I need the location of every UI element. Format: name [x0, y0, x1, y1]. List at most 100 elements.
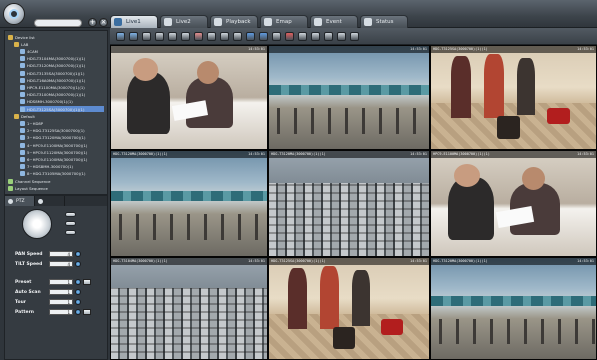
- folder-icon: [8, 34, 13, 40]
- camera-view-2[interactable]: 14:53:01: [268, 45, 430, 150]
- pattern-record-button[interactable]: [83, 309, 91, 315]
- tree-item[interactable]: HPC9-E1100MA(300070)(1)(1): [20, 84, 104, 90]
- pattern-select[interactable]: 1: [49, 309, 73, 315]
- camera-icon: [20, 77, 25, 83]
- tilt-speed-select[interactable]: 4: [49, 261, 73, 267]
- tree-item-label: HDS8MH-3000700(1)(1): [27, 99, 73, 105]
- zoom-buttons[interactable]: [65, 212, 76, 217]
- tab-label: Playback: [226, 19, 251, 25]
- tree-item[interactable]: Channel Sequence: [8, 178, 104, 184]
- tab-color[interactable]: [35, 196, 65, 206]
- tree-item[interactable]: Default: [14, 113, 104, 119]
- tour-start-button[interactable]: [75, 299, 81, 305]
- camera-timestamp: 14:53:01: [410, 152, 427, 156]
- tree-item[interactable]: HDS8MH-3000700(1)(1): [20, 99, 104, 105]
- layout-4-icon[interactable]: [129, 31, 138, 41]
- video-frame: [320, 266, 340, 329]
- preset-set-button[interactable]: [83, 279, 91, 285]
- tree-item[interactable]: HDG-T16A0MA(3000700)(1)(1): [20, 77, 104, 83]
- camera-view-7[interactable]: HDG-T3104MA(3000700)(1)(1) 14:53:01: [110, 257, 268, 360]
- tour-select[interactable]: 1: [49, 299, 73, 305]
- tree-item[interactable]: 5~HPC9-E1120MA(3000700)(1): [20, 149, 104, 155]
- pan-speed-row: PAN Speed 4: [15, 250, 105, 258]
- tree-item[interactable]: 4~HPC9-E1100MA(3000700)(1): [20, 142, 104, 148]
- layout-1-icon[interactable]: [116, 31, 125, 41]
- pan-speed-select[interactable]: 4: [49, 251, 73, 257]
- layout-16-icon[interactable]: [155, 31, 164, 41]
- device-tree: Device list LAB 4CAM HDG-T3104MA(3000700)(1…: [4, 30, 108, 195]
- tab-0[interactable]: Live1: [110, 15, 158, 28]
- ptz-direction-pad[interactable]: [22, 209, 52, 239]
- close-icon[interactable]: ×: [99, 18, 108, 27]
- tree-item[interactable]: 7~HDS8MH-3000700(1): [20, 164, 104, 170]
- camera-view-9[interactable]: HDG-T3120MA(3000700)(1)(1) 14:53:01: [430, 257, 597, 360]
- tab-3[interactable]: Emap: [260, 15, 308, 28]
- tree-item[interactable]: 1~HD8P: [20, 120, 104, 126]
- camera-view-6[interactable]: HPC9-E1100MA(3000700)(1)(1) 14:53:01: [430, 150, 597, 257]
- preset-go-button[interactable]: [75, 279, 81, 285]
- prev-page-icon[interactable]: [246, 31, 255, 41]
- camera-view-8[interactable]: HDG-T3125SA(3000700)(1)(1) 14:53:01: [268, 257, 430, 360]
- tree-item[interactable]: HDG-T3100MA(3000700)(1)(1): [20, 92, 104, 98]
- search-input[interactable]: [34, 19, 82, 27]
- tree-item[interactable]: HDG-T3125SA(3000700)(1)(1): [20, 106, 104, 112]
- camera-icon: [20, 128, 25, 134]
- camera-view-1[interactable]: 14:53:01: [110, 45, 268, 150]
- pan-speed-apply-button[interactable]: [75, 251, 81, 257]
- tree-item[interactable]: 8~HDG-T3105MA(3000700)(1): [20, 171, 104, 177]
- audio-icon[interactable]: [207, 31, 216, 41]
- export-icon[interactable]: [337, 31, 346, 41]
- layout-9-icon[interactable]: [142, 31, 151, 41]
- add-icon[interactable]: +: [88, 18, 97, 27]
- preset-select[interactable]: 1: [49, 279, 73, 285]
- tab-ptz[interactable]: PTZ: [5, 196, 35, 206]
- camera-icon: [20, 142, 25, 148]
- camera-view-4[interactable]: HDG-T3120MA(3000700)(1)(1) 14:53:01: [110, 150, 268, 257]
- tree-item[interactable]: LAB: [14, 41, 104, 47]
- tour-row: Tour 1: [15, 298, 105, 306]
- tree-item[interactable]: Layout Sequence: [8, 185, 104, 191]
- next-page-icon[interactable]: [259, 31, 268, 41]
- tab-1[interactable]: Live2: [160, 15, 208, 28]
- tree-item[interactable]: 2~HDG-T3125SA(3000700)(1): [20, 128, 104, 134]
- camera-caption: 14:53:01: [111, 46, 267, 53]
- pattern-start-button[interactable]: [75, 309, 81, 315]
- alarm-icon[interactable]: [285, 31, 294, 41]
- auto-scan-select[interactable]: 1: [49, 289, 73, 295]
- tree-item[interactable]: HDG-T3120MA(3000700)(1)(1): [20, 63, 104, 69]
- focus-buttons[interactable]: [65, 221, 76, 226]
- camera-icon: [20, 164, 25, 170]
- settings-icon[interactable]: [233, 31, 242, 41]
- tab-2[interactable]: Playback: [210, 15, 258, 28]
- refresh-icon[interactable]: [311, 31, 320, 41]
- tab-icon: [364, 18, 372, 26]
- talk-icon[interactable]: [220, 31, 229, 41]
- tree-item[interactable]: Device list: [8, 34, 104, 40]
- app-logo-icon[interactable]: [3, 3, 25, 25]
- tree-item[interactable]: 3~HDG-T3120MA(3000700)(1): [20, 135, 104, 141]
- tree-item[interactable]: 6~HPC9-E1100MA(3000700)(1): [20, 156, 104, 162]
- pattern-row: Pattern 1: [15, 308, 105, 316]
- tab-5[interactable]: Status: [360, 15, 408, 28]
- tree-item[interactable]: HDG-T3135SA(3000700)(1)(1): [20, 70, 104, 76]
- sequence-icon[interactable]: [272, 31, 281, 41]
- tilt-speed-apply-button[interactable]: [75, 261, 81, 267]
- fullscreen-icon[interactable]: [168, 31, 177, 41]
- camera-view-3[interactable]: HDG-T3125SA(3000700)(1)(1) 14:53:01: [430, 45, 597, 150]
- print-icon[interactable]: [324, 31, 333, 41]
- camera-icon: [20, 56, 25, 62]
- help-icon[interactable]: [350, 31, 359, 41]
- video-frame: [381, 318, 404, 335]
- video-frame: [483, 54, 504, 119]
- zoom-icon[interactable]: [298, 31, 307, 41]
- tree-item[interactable]: HDG-T3104MA(3000700)(1)(1): [20, 56, 104, 62]
- tree-item-label: 1~HD8P: [27, 120, 44, 126]
- snapshot-icon[interactable]: [181, 31, 190, 41]
- video-frame: [111, 190, 267, 202]
- tab-4[interactable]: Event: [310, 15, 358, 28]
- camera-view-5[interactable]: HDG-T3120MA(3000700)(1)(1) 14:53:01: [268, 150, 430, 257]
- tree-item[interactable]: 4CAM: [20, 48, 104, 54]
- record-icon[interactable]: [194, 31, 203, 41]
- auto-scan-start-button[interactable]: [75, 289, 81, 295]
- iris-buttons[interactable]: [65, 230, 76, 235]
